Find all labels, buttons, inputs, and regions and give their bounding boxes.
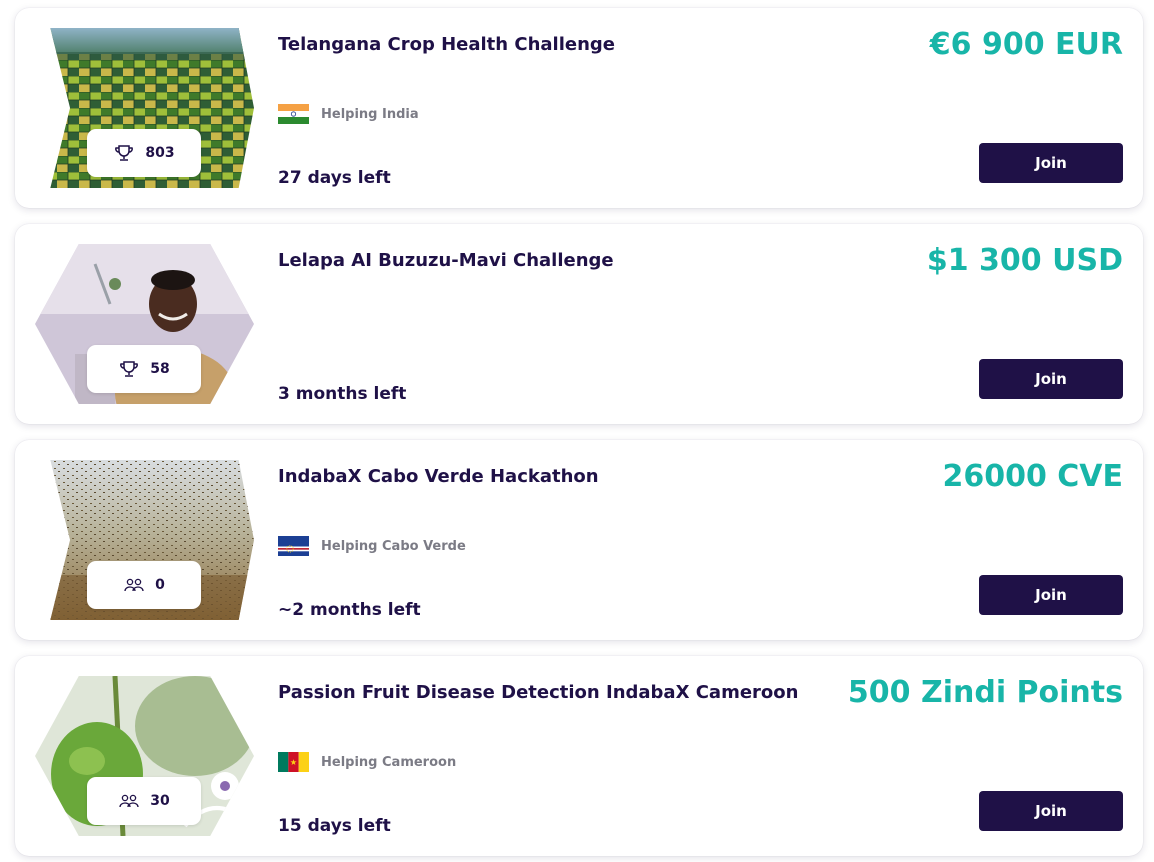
challenge-card[interactable]: 803 Telangana Crop Health Challenge Help…	[15, 8, 1143, 208]
prize-amount: 26000 CVE	[942, 459, 1123, 494]
join-button[interactable]: Join	[979, 575, 1123, 615]
prize-amount: €6 900 EUR	[929, 27, 1123, 62]
time-left: ~2 months left	[278, 600, 421, 620]
participants-badge: 58	[87, 345, 201, 393]
helping-label: Helping India	[321, 106, 419, 122]
prize-amount: $1 300 USD	[926, 243, 1123, 278]
participant-count: 0	[155, 577, 165, 593]
helping-label: Helping Cameroon	[321, 754, 457, 770]
prize-amount: 500 Zindi Points	[847, 675, 1123, 710]
helping-country: Helping Cabo Verde	[278, 536, 466, 556]
helping-label: Helping Cabo Verde	[321, 538, 466, 554]
trophy-icon	[120, 361, 139, 377]
trophy-icon	[115, 145, 134, 161]
people-icon	[124, 578, 144, 592]
cameroon-flag-icon	[278, 752, 309, 772]
join-button[interactable]: Join	[979, 359, 1123, 399]
challenge-card[interactable]: 0 IndabaX Cabo Verde Hackathon Helping C…	[15, 440, 1143, 640]
cabo-verde-flag-icon	[278, 536, 309, 556]
time-left: 15 days left	[278, 816, 391, 836]
challenge-card[interactable]: 30 Passion Fruit Disease Detection Indab…	[15, 656, 1143, 856]
participants-badge: 0	[87, 561, 201, 609]
challenge-title[interactable]: Passion Fruit Disease Detection IndabaX …	[278, 682, 798, 703]
challenge-card[interactable]: 58 Lelapa AI Buzuzu-Mavi Challenge 3 mon…	[15, 224, 1143, 424]
challenge-title[interactable]: IndabaX Cabo Verde Hackathon	[278, 466, 599, 487]
india-flag-icon	[278, 104, 309, 124]
challenge-title[interactable]: Telangana Crop Health Challenge	[278, 34, 615, 55]
join-button[interactable]: Join	[979, 143, 1123, 183]
join-button[interactable]: Join	[979, 791, 1123, 831]
helping-country: Helping Cameroon	[278, 752, 456, 772]
participant-count: 803	[145, 145, 175, 161]
participant-count: 30	[150, 793, 170, 809]
time-left: 3 months left	[278, 384, 407, 404]
time-left: 27 days left	[278, 168, 391, 188]
participants-badge: 30	[87, 777, 201, 825]
people-icon	[119, 794, 139, 808]
helping-country: Helping India	[278, 104, 419, 124]
participants-badge: 803	[87, 129, 201, 177]
participant-count: 58	[150, 361, 170, 377]
challenge-title[interactable]: Lelapa AI Buzuzu-Mavi Challenge	[278, 250, 614, 271]
